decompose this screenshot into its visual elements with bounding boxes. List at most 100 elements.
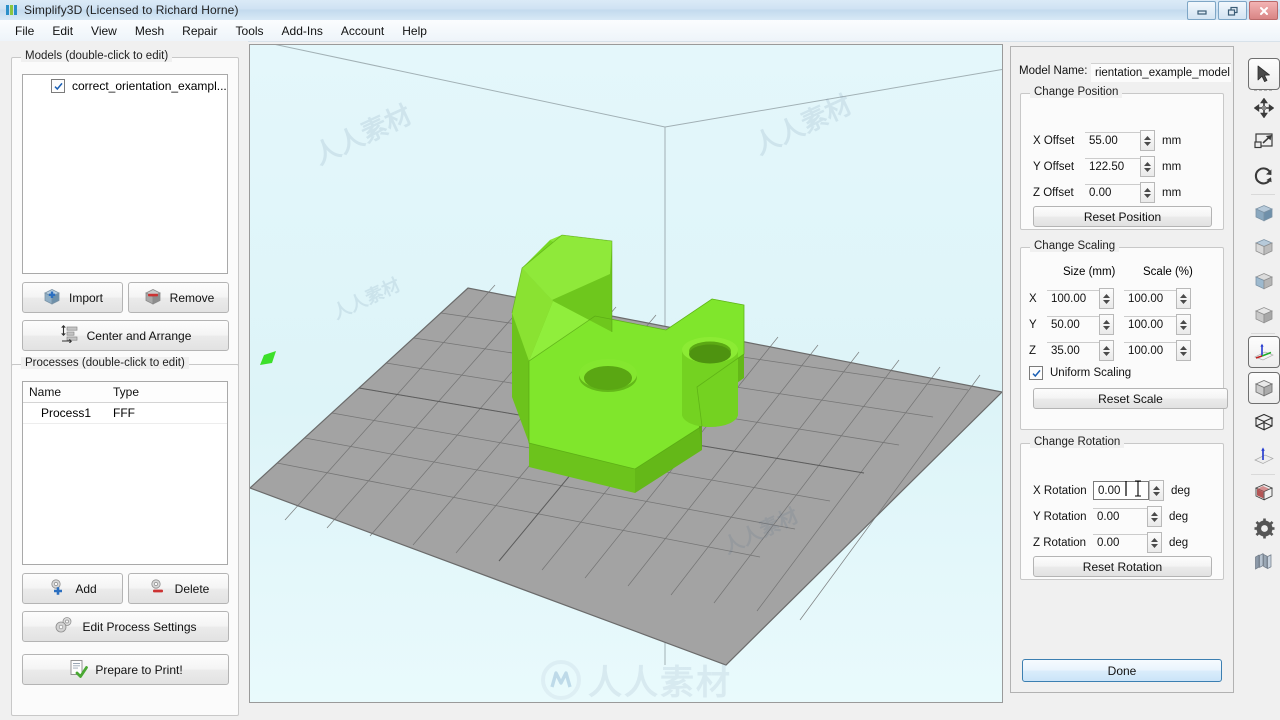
list-item[interactable]: correct_orientation_exampl... — [23, 75, 227, 97]
menu-account[interactable]: Account — [332, 22, 393, 40]
x-offset-unit: mm — [1162, 134, 1182, 147]
reset-position-button[interactable]: Reset Position — [1033, 206, 1212, 227]
y-rotation-label: Y Rotation — [1033, 510, 1087, 523]
y-offset-spinner[interactable] — [1140, 156, 1155, 177]
scale-z-percent-input[interactable]: 100.00 — [1124, 341, 1176, 360]
model-name-input[interactable]: rientation_example_model — [1091, 63, 1231, 82]
menu-view[interactable]: View — [82, 22, 126, 40]
view-iso-cube[interactable] — [1248, 299, 1280, 331]
reset-rotation-label: Reset Rotation — [1082, 559, 1163, 574]
view-front-cube[interactable] — [1248, 197, 1280, 229]
processes-listbox[interactable]: Name Type Process1 FFF — [22, 381, 228, 565]
scale-z-size-spinner[interactable] — [1099, 340, 1114, 361]
add-button-label: Add — [75, 581, 97, 596]
y-rotation-spinner[interactable] — [1147, 506, 1162, 527]
scale-z-percent-spinner[interactable] — [1176, 340, 1191, 361]
y-offset-input[interactable]: 122.50 — [1085, 157, 1140, 176]
uniform-scaling-row[interactable]: Uniform Scaling — [1029, 366, 1131, 380]
move-arrows-icon — [1254, 98, 1274, 118]
y-rotation-unit: deg — [1169, 510, 1189, 523]
cube-top-icon — [1255, 239, 1273, 256]
x-rotation-row: X Rotation 0.00 deg — [1033, 480, 1213, 501]
delete-button-label: Delete — [174, 581, 210, 596]
x-offset-input[interactable]: 55.00 — [1085, 131, 1140, 150]
delete-process-button[interactable]: Delete — [128, 573, 229, 604]
process-type: FFF — [107, 402, 227, 424]
x-rotation-spinner[interactable] — [1149, 480, 1164, 501]
x-offset-spinner[interactable] — [1140, 130, 1155, 151]
gear-icon — [1254, 518, 1274, 538]
table-row[interactable]: Process1 FFF — [23, 402, 227, 424]
select-arrow-tool[interactable] — [1248, 58, 1280, 90]
restore-icon[interactable] — [1218, 1, 1247, 20]
menu-add-ins[interactable]: Add-Ins — [273, 22, 332, 40]
y-rotation-input[interactable]: 0.00 — [1093, 507, 1147, 526]
z-rotation-row: Z Rotation 0.00 deg — [1033, 532, 1213, 553]
model-checkbox[interactable] — [51, 79, 65, 93]
wireframe-view[interactable] — [1248, 406, 1280, 438]
import-button[interactable]: Import — [22, 282, 123, 313]
view-side-cube[interactable] — [1248, 265, 1280, 297]
edit-process-settings-label: Edit Process Settings — [82, 619, 197, 634]
minimize-icon[interactable] — [1187, 1, 1216, 20]
scale-tool[interactable] — [1248, 126, 1280, 158]
left-panel: Models (double-click to edit) correct_or… — [0, 41, 248, 720]
scale-y-percent-spinner[interactable] — [1176, 314, 1191, 335]
scale-x-percent-spinner[interactable] — [1176, 288, 1191, 309]
cross-section-view[interactable] — [1248, 476, 1280, 508]
scale-x-percent-input[interactable]: 100.00 — [1124, 289, 1176, 308]
prepare-to-print-button[interactable]: Prepare to Print! — [22, 654, 229, 685]
change-position-groupbox: Change Position X Offset 55.00 mm Y Offs… — [1020, 86, 1224, 230]
reset-rotation-button[interactable]: Reset Rotation — [1033, 556, 1212, 577]
scale-z-size-input[interactable]: 35.00 — [1047, 341, 1099, 360]
add-process-button[interactable]: Add — [22, 573, 123, 604]
uniform-scaling-checkbox[interactable] — [1029, 366, 1043, 380]
3d-viewport[interactable]: 人人素材 人人素材 人人素材 人人素材 — [249, 44, 1003, 703]
close-icon[interactable] — [1249, 1, 1278, 20]
axis-origin-view[interactable] — [1248, 336, 1280, 368]
normals-view[interactable] — [1248, 440, 1280, 472]
menu-help[interactable]: Help — [393, 22, 436, 40]
z-rotation-input[interactable]: 0.00 — [1093, 533, 1147, 552]
size-column-header: Size (mm) — [1063, 266, 1116, 278]
processes-group-title: Processes (double-click to edit) — [21, 357, 189, 369]
uniform-scaling-label: Uniform Scaling — [1050, 367, 1132, 379]
z-offset-spinner[interactable] — [1140, 182, 1155, 203]
edit-process-settings-button[interactable]: Edit Process Settings — [22, 611, 229, 642]
menu-edit[interactable]: Edit — [43, 22, 82, 40]
models-listbox[interactable]: correct_orientation_exampl... — [22, 74, 228, 274]
x-rotation-input[interactable]: 0.00 — [1093, 481, 1149, 500]
done-button[interactable]: Done — [1022, 659, 1222, 682]
axis-origin-icon — [1254, 343, 1274, 361]
scale-y-size-input[interactable]: 50.00 — [1047, 315, 1099, 334]
right-toolbar — [1246, 42, 1280, 720]
window-titlebar: Simplify3D (Licensed to Richard Horne) — [0, 0, 1280, 21]
scale-x-size-spinner[interactable] — [1099, 288, 1114, 309]
z-rotation-spinner[interactable] — [1147, 532, 1162, 553]
processes-table: Name Type Process1 FFF — [23, 382, 227, 424]
change-scaling-groupbox: Change Scaling Size (mm) Scale (%) X 100… — [1020, 240, 1228, 430]
remove-button[interactable]: Remove — [128, 282, 229, 313]
z-offset-input[interactable]: 0.00 — [1085, 183, 1140, 202]
menu-tools[interactable]: Tools — [227, 22, 273, 40]
scale-x-size-input[interactable]: 100.00 — [1047, 289, 1099, 308]
origin-marker — [260, 351, 276, 365]
prepare-print-icon — [68, 659, 89, 681]
solid-model-view[interactable] — [1248, 372, 1280, 404]
scale-z-row: Z 35.00 100.00 — [1029, 340, 1191, 361]
center-arrange-icon — [60, 325, 80, 346]
reset-scale-button[interactable]: Reset Scale — [1033, 388, 1228, 409]
scale-y-row: Y 50.00 100.00 — [1029, 314, 1191, 335]
menu-repair[interactable]: Repair — [173, 22, 226, 40]
menu-file[interactable]: File — [6, 22, 43, 40]
settings-gear[interactable] — [1248, 512, 1280, 544]
rotate-tool[interactable] — [1248, 160, 1280, 192]
z-rotation-unit: deg — [1169, 536, 1189, 549]
view-top-cube[interactable] — [1248, 231, 1280, 263]
scale-y-size-spinner[interactable] — [1099, 314, 1114, 335]
layers-view[interactable] — [1248, 546, 1280, 578]
scale-y-percent-input[interactable]: 100.00 — [1124, 315, 1176, 334]
center-arrange-button[interactable]: Center and Arrange — [22, 320, 229, 351]
menu-mesh[interactable]: Mesh — [126, 22, 173, 40]
move-tool[interactable] — [1248, 92, 1280, 124]
